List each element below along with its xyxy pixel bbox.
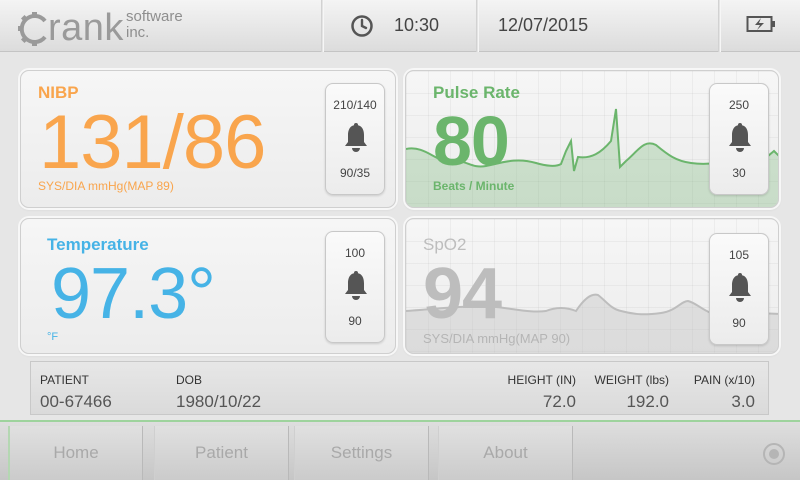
battery-charging-icon [746, 16, 775, 32]
weight-label: WEIGHT (lbs) [594, 373, 669, 387]
spo2-value: 94 [423, 254, 502, 334]
clock-icon [351, 15, 373, 37]
pulse-title: Pulse Rate [433, 83, 520, 102]
nav-settings-button[interactable]: Settings [294, 426, 429, 480]
spo2-alarm-high: 105 [728, 248, 750, 262]
bell-icon [729, 123, 751, 152]
nibp-unit: SYS/DIA mmHg(MAP 89) [38, 179, 174, 193]
dob-value: 1980/10/22 [176, 392, 262, 411]
logo-brand-text: Crank [20, 6, 124, 50]
patient-id-value: 00-67466 [40, 392, 112, 411]
header-divider [321, 0, 324, 52]
nibp-value: 131/86 [39, 100, 266, 185]
nav-home-button[interactable]: Home [8, 426, 143, 480]
temperature-title: Temperature [47, 235, 149, 254]
logo-brand: rank [47, 7, 124, 49]
dob-label: DOB [176, 373, 203, 387]
pain-label: PAIN (x/10) [693, 373, 755, 387]
height-value: 72.0 [542, 392, 576, 411]
pulse-alarm-low: 30 [732, 166, 746, 180]
pulse-unit: Beats / Minute [433, 179, 515, 193]
header-divider [718, 0, 721, 52]
height-label: HEIGHT (IN) [507, 373, 576, 387]
temperature-panel[interactable]: Temperature 97.3° °F 100 90 [20, 218, 396, 354]
pain-value: 3.0 [731, 392, 755, 411]
spo2-alarm-low: 90 [732, 316, 746, 330]
temperature-alarm-limits[interactable]: 100 90 [325, 231, 385, 343]
bell-icon [729, 273, 751, 302]
patient-info-bar[interactable]: PATIENT 00-67466 DOB 1980/10/22 HEIGHT (… [30, 361, 769, 415]
nibp-alarm-high: 210/140 [333, 98, 377, 112]
header-time: 10:30 [394, 15, 440, 35]
patient-id-label: PATIENT [40, 373, 89, 387]
logo-subtitle: software inc. [126, 9, 183, 41]
vitals-dashboard: NIBP 131/86 SYS/DIA mmHg(MAP 89) 210/140… [0, 52, 800, 420]
record-indicator-icon [763, 443, 785, 465]
header-divider [476, 0, 479, 52]
spo2-alarm-limits[interactable]: 105 90 [709, 233, 769, 345]
nav-about-button[interactable]: About [438, 426, 573, 480]
spo2-title: SpO2 [423, 235, 467, 254]
pulse-rate-panel[interactable]: Pulse Rate 80 Beats / Minute 250 30 [405, 70, 779, 208]
nav-patient-button[interactable]: Patient [154, 426, 289, 480]
bell-icon [345, 123, 367, 152]
bell-icon [345, 271, 367, 300]
top-header-bar: Crank software inc. 10:30 12/07/2015 [0, 0, 800, 52]
spo2-panel[interactable]: SpO2 94 SYS/DIA mmHg(MAP 90) 105 90 [405, 218, 779, 354]
pulse-alarm-limits[interactable]: 250 30 [709, 83, 769, 195]
nibp-panel[interactable]: NIBP 131/86 SYS/DIA mmHg(MAP 89) 210/140… [20, 70, 396, 208]
temperature-unit: °F [47, 331, 59, 343]
temperature-alarm-high: 100 [344, 246, 366, 260]
temperature-value: 97.3° [51, 254, 216, 334]
logo-sub-line1: software [126, 8, 183, 25]
temperature-alarm-low: 90 [348, 314, 362, 328]
crank-logo: Crank software inc. [18, 6, 208, 49]
nibp-alarm-limits[interactable]: 210/140 90/35 [325, 83, 385, 195]
weight-value: 192.0 [626, 392, 669, 411]
pulse-alarm-high: 250 [728, 98, 750, 112]
bottom-navigation: Home Patient Settings About [0, 420, 800, 480]
pulse-value: 80 [433, 102, 510, 180]
spo2-unit: SYS/DIA mmHg(MAP 90) [423, 331, 571, 346]
header-date: 12/07/2015 [498, 15, 589, 35]
logo-sub-line2: inc. [126, 24, 150, 41]
nibp-alarm-low: 90/35 [339, 166, 371, 180]
